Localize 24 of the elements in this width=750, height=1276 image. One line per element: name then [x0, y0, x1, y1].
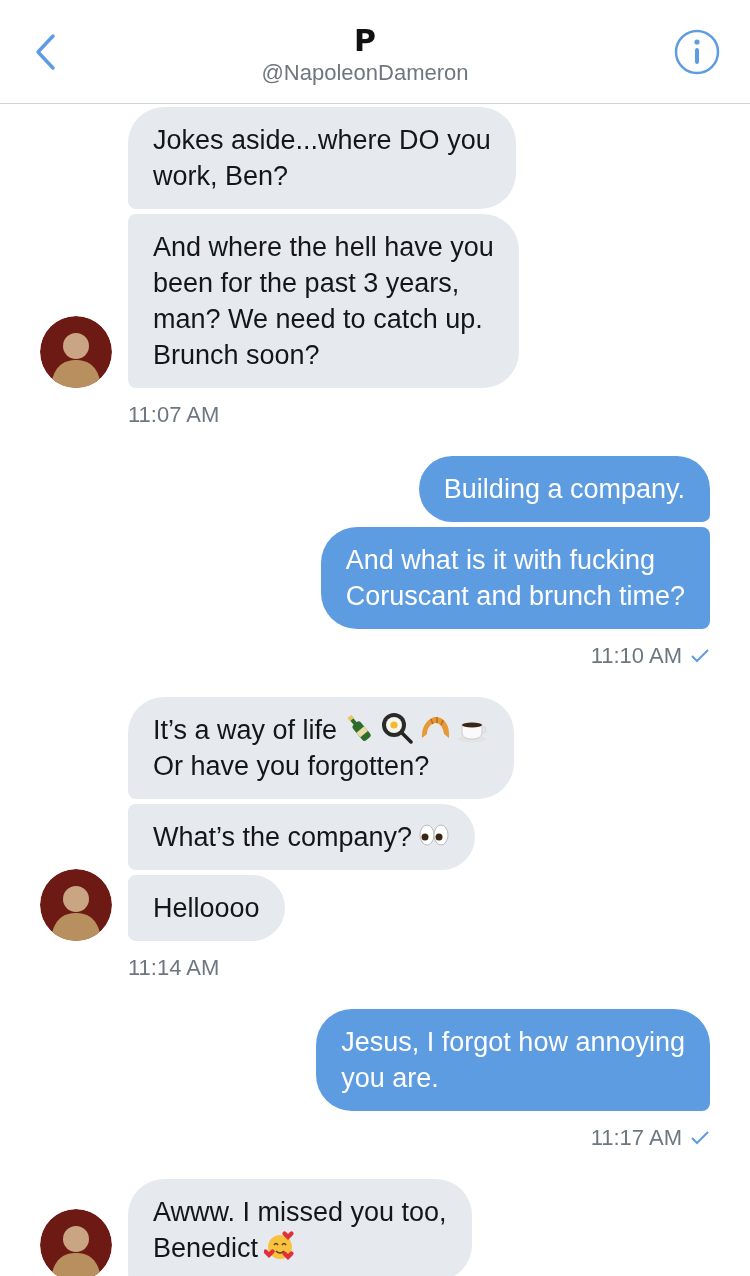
- message-text: It’s a way of life: [153, 715, 338, 745]
- message-text: Jesus, I forgot how annoying you are.: [341, 1027, 685, 1093]
- message-text: Or have you forgotten?: [153, 751, 430, 781]
- avatar[interactable]: [40, 316, 112, 388]
- message-text: Helloooo: [153, 893, 260, 923]
- username: @NapoleonDameron: [261, 58, 469, 87]
- conversation-title: P: [354, 23, 376, 58]
- message-text: Benedict: [153, 1233, 259, 1263]
- message-text: What’s the company?: [153, 822, 413, 852]
- timestamp: 11:07 AM: [128, 402, 220, 428]
- message-text: And what is it with fucking Coruscant and brunch time?: [345, 545, 685, 611]
- avatar[interactable]: [40, 1209, 112, 1276]
- timestamp: 11:14 AM: [128, 955, 220, 981]
- message-text: Awww. I missed you too,: [153, 1197, 447, 1227]
- message-text: Building a company.: [443, 474, 685, 504]
- message-text: Jokes aside...where DO you work, Ben?: [153, 125, 491, 191]
- info-button[interactable]: [674, 28, 720, 75]
- smiley-hearts-icon: [264, 1230, 297, 1262]
- timestamp: 11:17 AM: [590, 1125, 682, 1151]
- message-text: And where the hell have you been for the past 3 years, man? We need to catch up. Brunch soon?: [153, 232, 494, 370]
- frying-pan-icon: [381, 712, 414, 744]
- avatar[interactable]: [40, 869, 112, 941]
- timestamp: 11:10 AM: [590, 643, 682, 669]
- back-button[interactable]: [34, 32, 56, 71]
